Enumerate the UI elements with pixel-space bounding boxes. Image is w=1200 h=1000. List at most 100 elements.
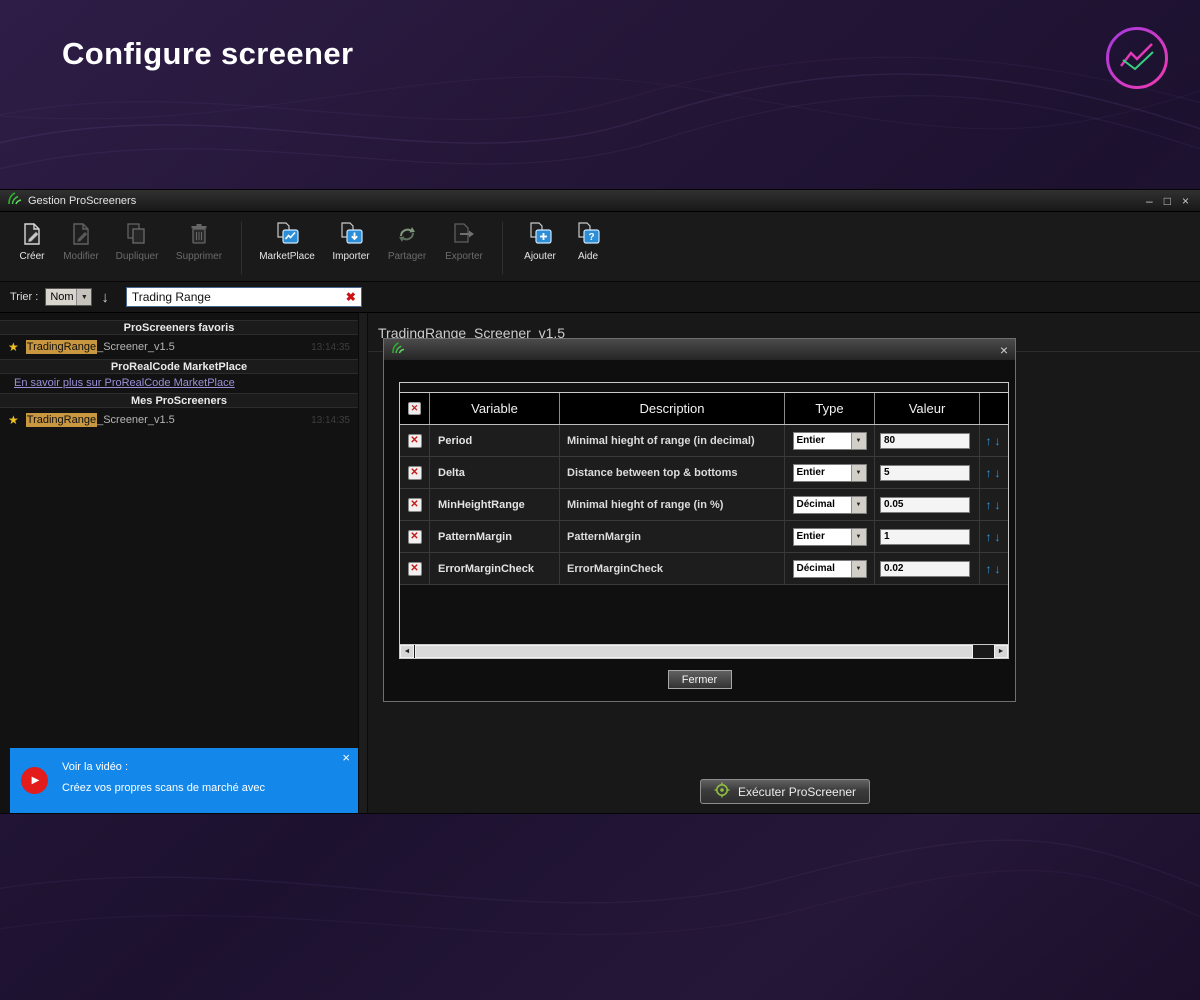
move-down-button[interactable]: ↓ [995,499,1001,511]
move-up-button[interactable]: ↑ [986,531,992,543]
value-input[interactable] [880,561,970,577]
marketplace-link[interactable]: En savoir plus sur ProRealCode MarketPla… [0,374,358,393]
section-header-my-screeners: Mes ProScreeners [0,393,358,408]
sort-direction-button[interactable]: ↓ [101,290,109,305]
app-sprout-icon [7,192,22,210]
toolbar-label: Importer [332,251,369,262]
dialog-close-button[interactable]: × [1000,343,1008,357]
scrollbar-thumb[interactable] [415,645,973,658]
export-icon [450,220,478,248]
move-up-button[interactable]: ↑ [986,467,992,479]
page-background: Configure screener Gesti [0,0,1200,1000]
value-input[interactable] [880,529,970,545]
variable-description: Distance between top & bottoms [560,457,785,488]
banner-line1: Voir la vidéo : [62,761,265,773]
toolbar-button-supprimer[interactable]: Supprimer [166,220,232,262]
scroll-left-button[interactable]: ◄ [400,645,414,658]
toolbar: Créer Modifier [0,212,1200,282]
type-select[interactable]: Entier ▼ [793,464,867,482]
clear-search-button[interactable]: ✖ [346,290,356,304]
delete-row-button[interactable]: ✕ [408,498,422,512]
banner-close-icon[interactable]: × [342,751,350,764]
minimize-button[interactable]: – [1146,194,1153,208]
horizontal-scrollbar[interactable]: ◄ ► [400,644,1008,658]
toolbar-label: Aide [578,251,598,262]
table-row: ✕ Period Minimal hieght of range (in dec… [400,425,1008,457]
sort-label: Trier : [10,291,38,303]
toolbar-button-modifier[interactable]: Modifier [54,220,108,262]
toolbar-button-ajouter[interactable]: Ajouter [512,220,568,262]
chevron-down-icon: ▼ [851,529,866,545]
play-video-button[interactable]: ▶ [21,767,48,794]
fermer-button[interactable]: Fermer [668,670,732,689]
close-button[interactable]: × [1182,194,1189,208]
table-row: ✕ ErrorMarginCheck ErrorMarginCheck Déci… [400,553,1008,585]
variable-name: PatternMargin [430,521,560,552]
item-label: _Screener_v1.5 [97,414,175,426]
toolbar-button-marketplace[interactable]: MarketPlace [251,220,323,262]
scrollbar-track[interactable] [973,645,994,658]
banner-line2: Créez vos propres scans de marché avec [62,782,265,794]
table-header-row: ✕ Variable Description Type Valeur [400,393,1008,425]
move-down-button[interactable]: ↓ [995,435,1001,447]
add-icon [526,220,554,248]
move-up-button[interactable]: ↑ [986,435,992,447]
dialog-titlebar[interactable]: × [384,339,1015,360]
delete-row-button[interactable]: ✕ [408,562,422,576]
move-down-button[interactable]: ↓ [995,531,1001,543]
toolbar-button-exporter[interactable]: Exporter [435,220,493,262]
toolbar-button-partager[interactable]: Partager [379,220,435,262]
toolbar-label: MarketPlace [259,251,315,262]
help-icon: ? [574,220,602,248]
window-title: Gestion ProScreeners [28,195,136,207]
scroll-right-button[interactable]: ► [994,645,1008,658]
search-input[interactable] [132,290,346,304]
toolbar-separator [502,222,503,274]
type-select-value: Décimal [794,499,851,510]
delete-row-button[interactable]: ✕ [408,466,422,480]
table-row: ✕ PatternMargin PatternMargin Entier ▼ [400,521,1008,553]
value-input[interactable] [880,497,970,513]
toolbar-button-importer[interactable]: Importer [323,220,379,262]
delete-row-button[interactable]: ✕ [408,530,422,544]
move-down-button[interactable]: ↓ [995,563,1001,575]
star-icon: ★ [8,341,19,353]
delete-row-button[interactable]: ✕ [408,434,422,448]
section-header-favorites: ProScreeners favoris [0,320,358,335]
toolbar-button-creer[interactable]: Créer [10,220,54,262]
move-up-button[interactable]: ↑ [986,499,992,511]
sidebar: ProScreeners favoris ★ TradingRange _Scr… [0,313,358,813]
value-input[interactable] [880,465,970,481]
list-item-my-screener[interactable]: ★ TradingRange _Screener_v1.5 13:14:35 [0,410,358,430]
move-up-button[interactable]: ↑ [986,563,992,575]
type-select-value: Entier [794,467,851,478]
header-valeur: Valeur [875,393,980,424]
type-select[interactable]: Décimal ▼ [793,560,867,578]
maximize-button[interactable]: □ [1164,194,1171,208]
sort-select[interactable]: Nom ▼ [45,288,92,306]
toolbar-button-aide[interactable]: ? Aide [568,220,608,262]
main-panel: TradingRange_Screener_v1.5 × [368,313,1200,813]
window-titlebar[interactable]: Gestion ProScreeners – □ × [0,190,1200,212]
variable-name: Period [430,425,560,456]
type-select[interactable]: Entier ▼ [793,432,867,450]
type-select[interactable]: Entier ▼ [793,528,867,546]
type-select[interactable]: Décimal ▼ [793,496,867,514]
execute-proscreener-button[interactable]: Exécuter ProScreener [700,779,870,804]
header-type: Type [785,393,875,424]
search-box: ✖ [126,287,362,307]
chevron-down-icon: ▼ [851,433,866,449]
table-row: ✕ Delta Distance between top & bottoms E… [400,457,1008,489]
variable-name: MinHeightRange [430,489,560,520]
chevron-down-icon: ▼ [851,497,866,513]
list-item-favorite-screener[interactable]: ★ TradingRange _Screener_v1.5 13:14:35 [0,337,358,357]
marketplace-icon [273,220,301,248]
trash-icon [185,220,213,248]
move-down-button[interactable]: ↓ [995,467,1001,479]
toolbar-label: Dupliquer [116,251,159,262]
value-input[interactable] [880,433,970,449]
toolbar-label: Supprimer [176,251,222,262]
panel-splitter[interactable] [358,313,368,813]
toolbar-button-dupliquer[interactable]: Dupliquer [108,220,166,262]
play-icon: ▶ [32,775,40,786]
